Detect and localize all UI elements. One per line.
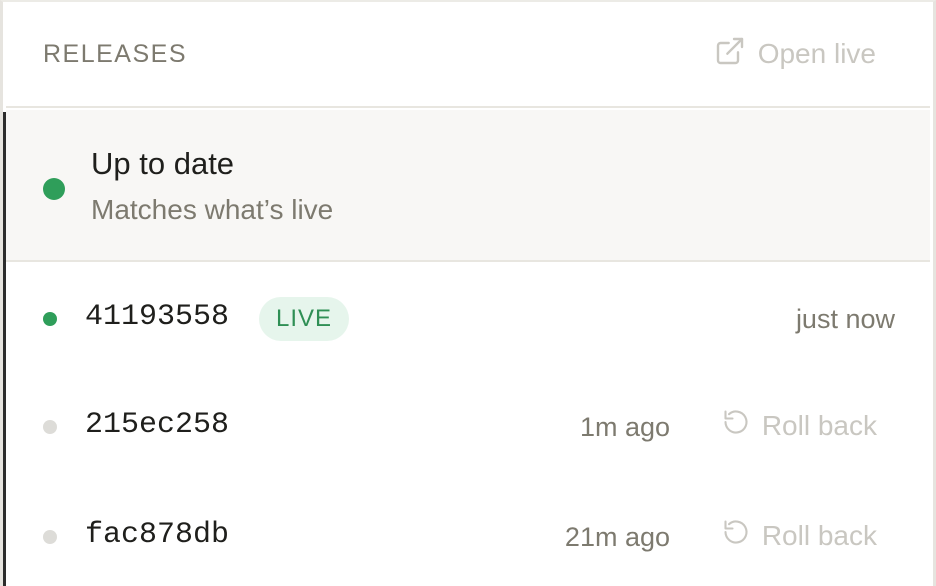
release-status-dot <box>43 530 57 544</box>
release-time: 1m ago <box>579 412 670 442</box>
open-live-button[interactable]: Open live <box>714 35 876 74</box>
release-time: 21m ago <box>564 522 670 552</box>
undo-icon <box>722 408 750 443</box>
roll-back-button[interactable]: Roll back <box>722 408 877 443</box>
live-badge: LIVE <box>259 297 350 341</box>
panel-header: RELEASES Open live <box>6 2 930 108</box>
release-row: 215ec258 1m ago Roll back <box>6 372 930 482</box>
release-hash: 215ec258 <box>85 408 230 442</box>
roll-back-button[interactable]: Roll back <box>722 518 877 553</box>
release-hash: 41193558 <box>85 300 230 334</box>
open-live-label: Open live <box>757 38 876 69</box>
release-row: 41193558 LIVE just now <box>6 264 930 374</box>
status-indicator-dot <box>43 178 65 200</box>
release-status-dot <box>43 420 57 434</box>
undo-icon <box>722 518 750 553</box>
releases-panel: RELEASES Open live Up to date Matches wh… <box>0 0 936 586</box>
status-title: Up to date <box>91 146 235 181</box>
roll-back-label: Roll back <box>761 519 877 551</box>
roll-back-label: Roll back <box>761 409 877 441</box>
release-row: fac878db 21m ago Roll back <box>6 482 930 586</box>
external-link-icon <box>714 35 746 74</box>
status-summary: Up to date Matches what’s live <box>6 110 930 262</box>
panel-title: RELEASES <box>43 39 188 68</box>
release-time: just now <box>795 304 895 334</box>
status-subtitle: Matches what’s live <box>91 194 334 225</box>
release-hash: fac878db <box>85 518 230 552</box>
release-status-dot <box>43 312 57 326</box>
